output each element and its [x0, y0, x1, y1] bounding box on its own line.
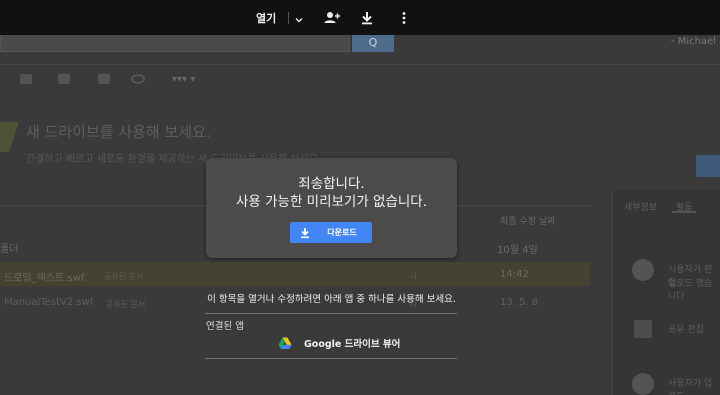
download-arrow-icon: [298, 225, 312, 239]
no-preview-title: 죄송합니다.: [298, 176, 365, 192]
background-account-name: - Michael: [670, 36, 716, 47]
background-file-date-1: 14:42: [500, 269, 529, 280]
background-trash-icon: [98, 74, 110, 84]
divider-top: [205, 313, 457, 314]
background-avatar: [632, 259, 654, 281]
background-search-button: Q: [352, 34, 394, 52]
more-vert-icon[interactable]: [395, 9, 413, 27]
background-activity-3: 공유 편집: [668, 325, 704, 335]
background-file-meta-1: 공유된 문서: [104, 272, 144, 281]
background-activity-4: 사용자가 업로드: [668, 379, 713, 395]
background-activity-2: 업로드 했습니다: [668, 279, 713, 302]
background-eye-icon: [131, 74, 145, 84]
background-tab-indicator: [672, 211, 696, 213]
open-with-hint: 이 항목을 열거나 수정하려면 아래 앱 중 하나를 사용해 보세요.: [207, 294, 456, 305]
background-folder-date: 10월 4일: [497, 245, 538, 256]
background-folder-icon: [20, 74, 32, 84]
background-avatar-2: [632, 373, 654, 395]
toolbar-separator: [288, 12, 289, 24]
app-google-drive-viewer[interactable]: Google 드라이브 뷰어: [278, 333, 418, 351]
background-promo-title: 새 드라이브를 사용해 보세요.: [26, 123, 211, 141]
background-person-icon: [58, 74, 70, 84]
background-file-name-2: ManualTestV2.swf: [4, 297, 94, 308]
background-file-owner-1: 나: [410, 272, 418, 281]
background-avatar-placeholder: [634, 320, 652, 338]
open-button[interactable]: 열기: [256, 10, 276, 26]
chevron-down-icon[interactable]: [293, 11, 305, 23]
download-icon[interactable]: [358, 9, 376, 27]
viewer-toolbar: 열기: [0, 0, 720, 35]
app-name-label: Google 드라이브 뷰어: [304, 339, 401, 350]
background-toolbar-divider: [0, 64, 720, 65]
add-person-icon[interactable]: [323, 9, 341, 27]
background-search-bar: [0, 34, 350, 52]
background-column-modified: 최종 수정 날짜: [500, 217, 556, 227]
background-file-meta-2: 공유된 문서: [106, 300, 146, 309]
background-file-date-2: 13. 5. 8: [500, 297, 539, 308]
background-tab-details: 세부정보: [624, 203, 658, 213]
connected-apps-label: 연결된 앱: [206, 321, 244, 332]
background-file-name-1: 드로잉_텍스트.swf: [4, 273, 85, 284]
download-button[interactable]: 다운로드: [290, 222, 372, 243]
no-preview-dialog: 죄송합니다. 사용 가능한 미리보기가 없습니다. 다운로드: [206, 158, 457, 258]
no-preview-message: 사용 가능한 미리보기가 없습니다.: [235, 194, 428, 210]
google-drive-icon: [278, 335, 292, 349]
background-drive-logo: [0, 122, 19, 152]
background-folder-row: 폴더: [0, 244, 19, 255]
download-button-label: 다운로드: [327, 228, 357, 237]
divider-bottom: [205, 358, 457, 359]
background-try-button: [696, 155, 720, 177]
background-more-menu: ▾▾▾ ▾: [172, 74, 196, 85]
